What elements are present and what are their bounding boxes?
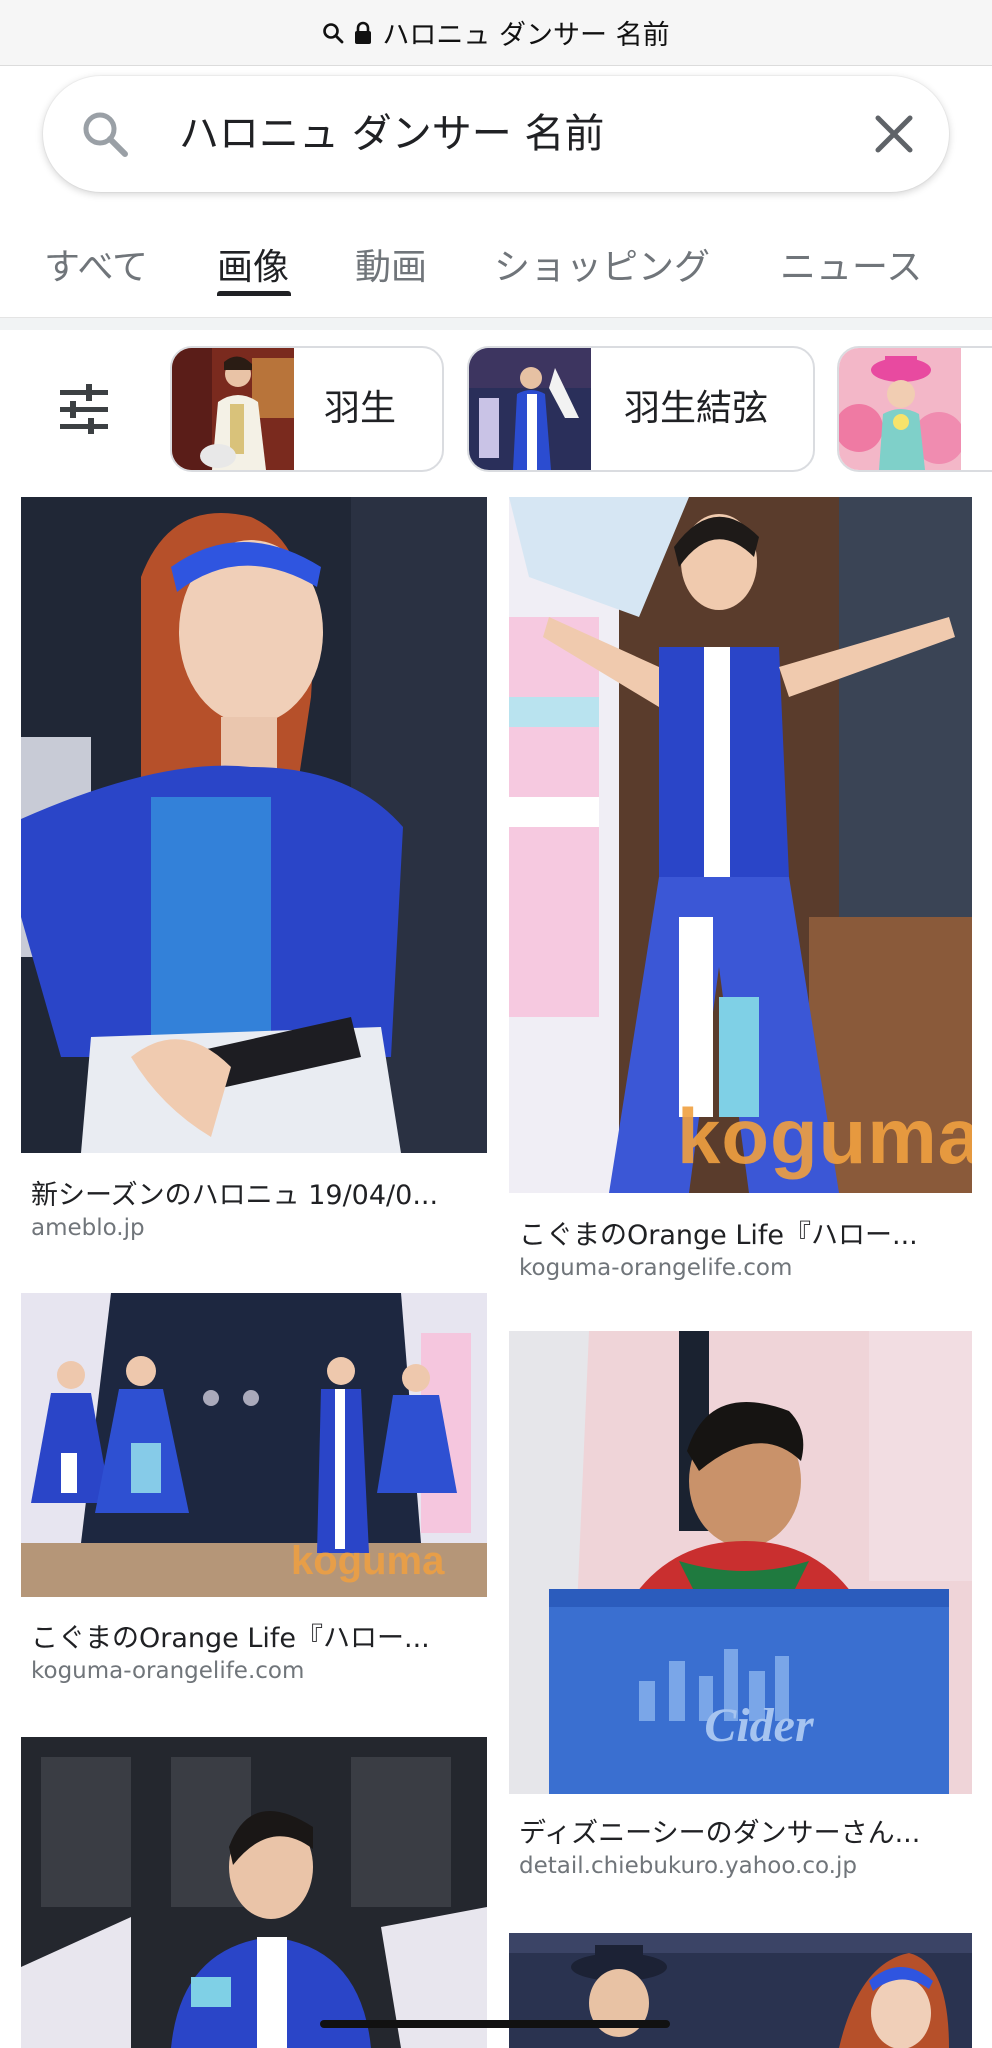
image-result[interactable]: koguma こぐまのOrange Life『ハロー... koguma-ora… — [509, 497, 972, 1287]
search-box[interactable]: ハロニュ ダンサー 名前 — [43, 76, 949, 192]
search-icon — [322, 22, 344, 44]
home-indicator[interactable] — [320, 2020, 670, 2028]
result-image[interactable]: Cider — [509, 1331, 972, 1794]
crate-text: Cider — [704, 1699, 815, 1752]
active-tab-indicator — [217, 291, 291, 296]
chip-partial[interactable] — [837, 346, 992, 472]
image-result[interactable]: Cider ディズニーシーのダンサーさん... detail.chiebukur… — [509, 1331, 972, 1891]
tab-videos[interactable]: 動画 — [355, 238, 427, 290]
image-result[interactable]: 新シーズンのハロニュ 19/04/0... ameblo.jp — [21, 497, 487, 1249]
chip-thumbnail — [172, 348, 294, 470]
chip-hanyu-yuzuru[interactable]: 羽生結弦 — [467, 346, 815, 472]
result-image[interactable] — [509, 1933, 972, 2048]
result-domain[interactable]: ameblo.jp — [31, 1215, 145, 1241]
chip-hanyu[interactable]: 羽生 — [170, 346, 444, 472]
result-watermark: koguma — [677, 1092, 972, 1180]
related-chips: 羽生 羽生結弦 — [0, 346, 992, 474]
url-text: ハロニュ ダンサー 名前 — [382, 20, 670, 51]
image-result[interactable]: koguma こぐまのOrange Life『ハロー... koguma-ora… — [21, 1293, 487, 1693]
result-domain[interactable]: koguma-orangelife.com — [31, 1658, 304, 1684]
chip-thumbnail — [839, 348, 961, 470]
result-image[interactable] — [21, 497, 487, 1153]
result-title[interactable]: こぐまのOrange Life『ハロー... — [31, 1616, 430, 1655]
result-image[interactable]: koguma — [509, 497, 972, 1193]
image-result[interactable] — [21, 1737, 487, 2048]
url-bar[interactable]: ハロニュ ダンサー 名前 — [0, 0, 992, 66]
search-tabs: すべて 画像 動画 ショッピング ニュース — [0, 218, 992, 318]
result-domain[interactable]: koguma-orangelife.com — [519, 1255, 792, 1281]
result-watermark: koguma — [291, 1539, 445, 1583]
tab-images[interactable]: 画像 — [217, 238, 289, 290]
image-result[interactable] — [509, 1933, 972, 2048]
lock-icon — [354, 21, 372, 45]
search-icon[interactable] — [79, 108, 131, 164]
tab-all[interactable]: すべて — [44, 238, 148, 290]
result-title[interactable]: ディズニーシーのダンサーさん... — [519, 1811, 920, 1850]
divider — [0, 318, 992, 330]
tab-news[interactable]: ニュース — [780, 238, 922, 290]
chip-label: 羽生 — [324, 388, 397, 429]
search-input[interactable]: ハロニュ ダンサー 名前 — [179, 76, 604, 192]
result-domain[interactable]: detail.chiebukuro.yahoo.co.jp — [519, 1853, 857, 1879]
result-image[interactable]: koguma — [21, 1293, 487, 1597]
result-image[interactable] — [21, 1737, 487, 2048]
tune-icon[interactable] — [58, 384, 110, 438]
chip-thumbnail — [469, 348, 591, 470]
tab-shopping[interactable]: ショッピング — [494, 238, 710, 290]
result-title[interactable]: こぐまのOrange Life『ハロー... — [519, 1213, 918, 1252]
close-icon[interactable] — [869, 109, 919, 163]
chip-label: 羽生結弦 — [624, 388, 769, 429]
result-title[interactable]: 新シーズンのハロニュ 19/04/0... — [31, 1173, 438, 1212]
